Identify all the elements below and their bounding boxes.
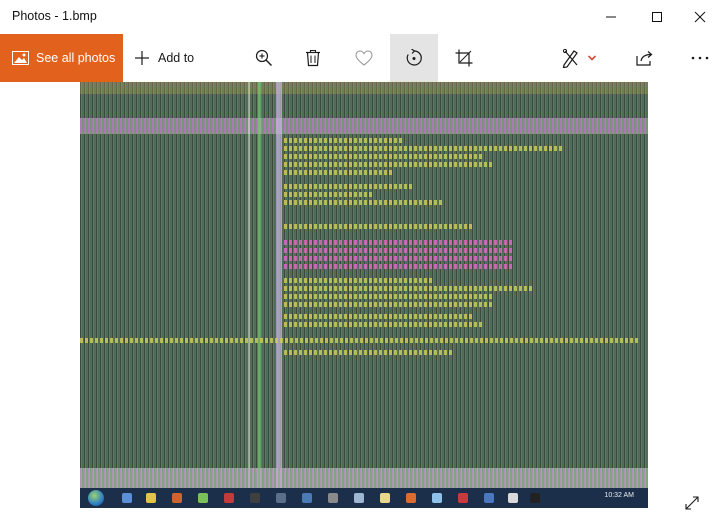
minimize-icon bbox=[606, 16, 616, 18]
photo-text-line bbox=[284, 240, 514, 245]
add-to-label: Add to bbox=[158, 51, 195, 65]
fullscreen-button[interactable] bbox=[682, 493, 702, 513]
zoom-in-icon bbox=[255, 49, 272, 66]
crop-icon bbox=[455, 49, 473, 67]
photo-text-line bbox=[80, 338, 640, 343]
photo-band-top bbox=[80, 82, 648, 94]
photo-text-line bbox=[284, 322, 484, 327]
delete-button[interactable] bbox=[289, 34, 337, 82]
more-button[interactable] bbox=[680, 34, 720, 82]
photo-text-line bbox=[284, 314, 474, 319]
rotate-button[interactable] bbox=[390, 34, 438, 82]
photo-text-line bbox=[284, 286, 534, 291]
expand-icon bbox=[685, 496, 699, 510]
photo-band-bottom bbox=[80, 468, 648, 488]
favorite-button[interactable] bbox=[340, 34, 388, 82]
taskbar-app-icon bbox=[198, 493, 208, 503]
trash-icon bbox=[306, 49, 320, 67]
photo-text-line bbox=[284, 350, 454, 355]
edit-create-button[interactable] bbox=[552, 34, 606, 82]
photo-streak bbox=[258, 82, 261, 508]
photo-text-line bbox=[284, 154, 484, 159]
taskbar-app-icon bbox=[530, 493, 540, 503]
photo-text-line bbox=[284, 192, 374, 197]
taskbar-app-icon bbox=[250, 493, 260, 503]
photo-text-line bbox=[284, 146, 564, 151]
photo-text-line bbox=[284, 224, 474, 229]
zoom-button[interactable] bbox=[240, 34, 288, 82]
taskbar-app-icon bbox=[484, 493, 494, 503]
photo-text-line bbox=[284, 294, 494, 299]
photo-text-line bbox=[284, 162, 494, 167]
maximize-icon bbox=[652, 12, 662, 22]
taskbar-app-icon bbox=[302, 493, 312, 503]
taskbar-app-icon bbox=[458, 493, 468, 503]
title-bar: Photos - 1.bmp bbox=[0, 0, 720, 34]
photo-streak bbox=[248, 82, 250, 508]
taskbar-app-icon bbox=[406, 493, 416, 503]
close-button[interactable] bbox=[680, 0, 720, 34]
taskbar-app-icon bbox=[122, 493, 132, 503]
crop-button[interactable] bbox=[440, 34, 488, 82]
more-icon bbox=[691, 56, 709, 60]
photo-text-line bbox=[284, 248, 514, 253]
heart-icon bbox=[355, 50, 373, 66]
window-title: Photos - 1.bmp bbox=[12, 9, 97, 23]
photo-text-line bbox=[284, 256, 514, 261]
see-all-photos-button[interactable]: See all photos bbox=[0, 34, 123, 82]
photo-icon bbox=[12, 51, 29, 65]
taskbar-app-icon bbox=[224, 493, 234, 503]
photo-streak bbox=[276, 82, 282, 508]
photo-band-header bbox=[80, 118, 648, 134]
taskbar-app-icon bbox=[508, 493, 518, 503]
share-icon bbox=[636, 51, 653, 66]
photo-text-line bbox=[284, 184, 414, 189]
photo-text-line bbox=[284, 278, 434, 283]
photo-text-line bbox=[284, 302, 494, 307]
add-to-button[interactable]: Add to bbox=[134, 34, 194, 82]
command-bar: See all photos Add to bbox=[0, 34, 720, 82]
photo-taskbar: 10:32 AM bbox=[80, 488, 648, 508]
taskbar-app-icon bbox=[380, 493, 390, 503]
see-all-photos-label: See all photos bbox=[36, 51, 116, 65]
maximize-button[interactable] bbox=[634, 0, 680, 34]
taskbar-app-icon bbox=[354, 493, 364, 503]
taskbar-app-icon bbox=[276, 493, 286, 503]
photo-text-line bbox=[284, 200, 444, 205]
taskbar-app-icon bbox=[146, 493, 156, 503]
share-button[interactable] bbox=[621, 34, 669, 82]
close-icon bbox=[694, 11, 706, 23]
chevron-down-icon bbox=[587, 55, 597, 61]
photo-text-line bbox=[284, 138, 404, 143]
taskbar-app-icon bbox=[432, 493, 442, 503]
rotate-icon bbox=[406, 49, 422, 66]
plus-icon bbox=[135, 51, 149, 65]
taskbar-app-icon bbox=[328, 493, 338, 503]
start-orb-icon bbox=[88, 490, 104, 506]
taskbar-app-icon bbox=[172, 493, 182, 503]
displayed-photo[interactable]: 10:32 AM bbox=[80, 82, 648, 508]
photo-text-line bbox=[284, 170, 394, 175]
image-viewport: 10:32 AM bbox=[0, 82, 720, 531]
minimize-button[interactable] bbox=[588, 0, 634, 34]
taskbar-clock: 10:32 AM bbox=[604, 492, 634, 499]
draw-icon bbox=[562, 48, 578, 68]
photo-text-line bbox=[284, 264, 514, 269]
